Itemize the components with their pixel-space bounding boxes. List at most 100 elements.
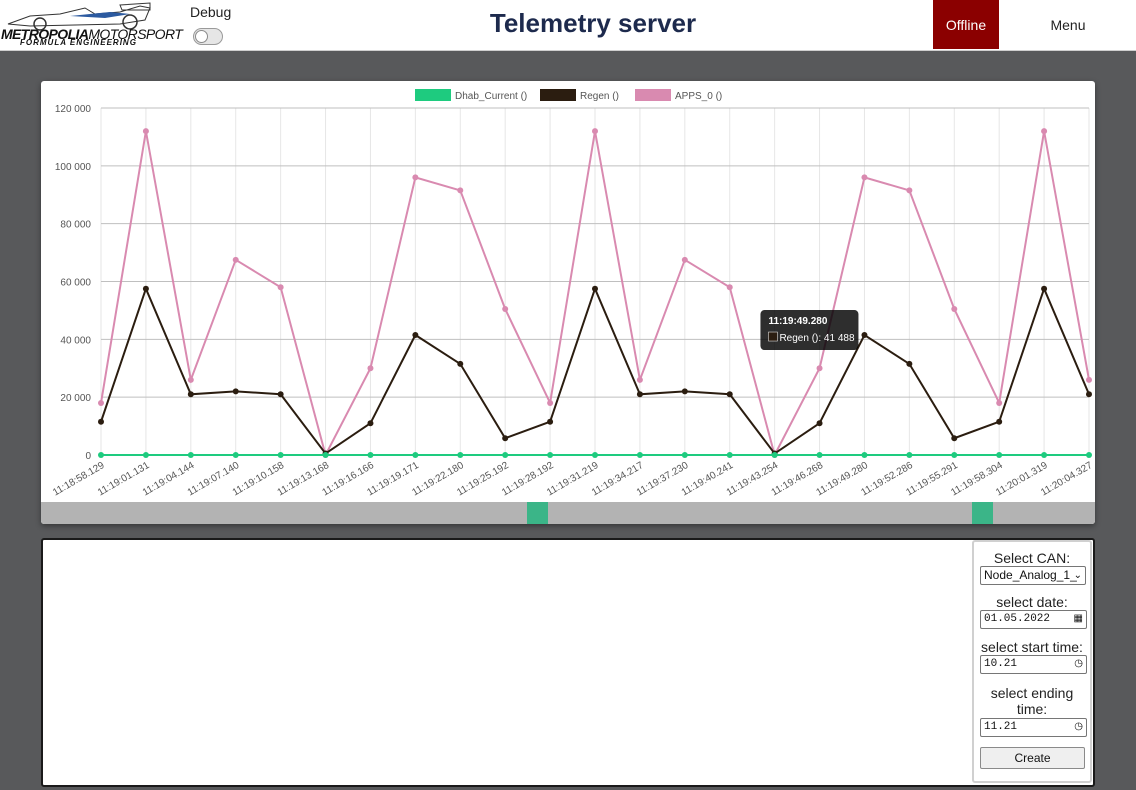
clock-icon[interactable]: ◷ [1074,719,1083,736]
chevron-down-icon: ⌄ [1073,570,1082,581]
data-point [996,399,1003,406]
data-point [142,452,149,458]
calendar-icon[interactable]: ▦ [1074,611,1083,628]
y-tick-label: 60 000 [60,278,91,289]
data-point [502,435,509,442]
data-point [861,452,868,458]
data-point [322,452,329,458]
scrollbar-handle-start[interactable] [527,502,548,524]
scrollbar-handle-end[interactable] [972,502,993,524]
data-point [771,452,778,458]
data-point [636,391,643,398]
data-point [367,420,374,427]
data-point [1041,128,1048,135]
logo-subtext: FORMULA ENGINEERING [20,38,137,47]
legend-swatch [415,89,451,101]
data-point [367,452,374,458]
y-tick-label: 80 000 [60,220,91,231]
data-point [951,452,958,458]
can-select-value: Node_Analog_1_ [984,568,1077,582]
data-point [636,376,643,383]
data-point [232,388,239,395]
data-point [277,452,284,458]
data-point [457,452,464,458]
legend-label: Dhab_Current () [455,91,527,102]
data-point [457,360,464,367]
data-point [726,284,733,291]
start-time-input[interactable]: 10.21 ◷ [980,655,1087,674]
data-point [547,418,554,425]
telemetry-line-chart: 0 20 000 40 000 60 000 80 000 100 000 120 000 1… [51,89,1095,499]
data-panel: Select CAN: Node_Analog_1_ ⌄ select date:… [41,538,1095,787]
data-point [547,452,554,458]
data-point [996,452,1003,458]
telemetry-chart-card: 0 20 000 40 000 60 000 80 000 100 000 120 000 1… [41,81,1095,524]
data-point [412,452,419,458]
data-point [502,305,509,312]
create-button[interactable]: Create [980,747,1085,769]
legend-swatch [635,89,671,101]
y-tick-label: 40 000 [60,335,91,346]
data-point [187,391,194,398]
data-point [232,452,239,458]
data-point [726,391,733,398]
chart-scrollbar[interactable] [41,502,1095,524]
tooltip-title: 11:19:49.280 [768,316,827,327]
data-point [412,174,419,181]
y-tick-label: 100 000 [55,162,92,173]
data-point [457,187,464,194]
data-point [906,360,913,367]
select-date-label: select date: [996,594,1068,610]
data-point [412,331,419,338]
date-input-value: 01.05.2022 [984,613,1051,625]
x-tick-label: 11:20:04.327 [1039,460,1095,499]
data-point [187,452,194,458]
data-point [816,365,823,372]
data-point [232,256,239,263]
data-point [502,452,509,458]
data-point [1086,391,1092,398]
data-point [951,435,958,442]
data-point [816,420,823,427]
can-select[interactable]: Node_Analog_1_ ⌄ [980,566,1086,585]
select-can-label: Select CAN: [993,550,1071,566]
data-point [861,174,868,181]
y-tick-label: 0 [85,451,91,462]
legend-label: APPS_0 () [675,91,722,102]
data-point [906,452,913,458]
data-point [681,256,688,263]
data-point [592,285,598,292]
start-time-value: 10.21 [984,658,1018,670]
start-time-label: select start time: [981,639,1083,655]
end-time-value: 11.21 [984,721,1018,733]
data-point [367,365,374,372]
data-point [142,128,149,135]
data-point [996,418,1003,425]
data-point [1086,376,1092,383]
data-point [726,452,733,458]
end-time-input[interactable]: 11.21 ◷ [980,718,1087,737]
menu-button[interactable]: Menu [1030,0,1106,49]
date-input[interactable]: 01.05.2022 ▦ [980,610,1087,629]
data-point [592,128,598,135]
connection-status-button[interactable]: Offline [933,0,999,49]
y-tick-label: 120 000 [55,104,92,115]
tooltip-swatch [768,331,778,342]
data-point [98,452,104,458]
data-point [681,452,688,458]
data-point [592,452,598,458]
data-point [1041,452,1048,458]
data-point [861,332,868,339]
clock-icon[interactable]: ◷ [1074,656,1083,673]
query-form: Select CAN: Node_Analog_1_ ⌄ select date:… [972,540,1092,783]
y-tick-label: 20 000 [60,393,91,404]
data-point [951,305,958,312]
data-point [277,284,284,291]
tooltip-label: Regen (): 41 488 [779,333,854,344]
data-point [906,187,913,194]
data-point [816,452,823,458]
data-point [142,285,149,292]
top-bar: METROPOLIAMOTORSPORT FORMULA ENGINEERING… [0,0,1136,51]
data-point [187,376,194,383]
legend-label: Regen () [580,91,619,102]
